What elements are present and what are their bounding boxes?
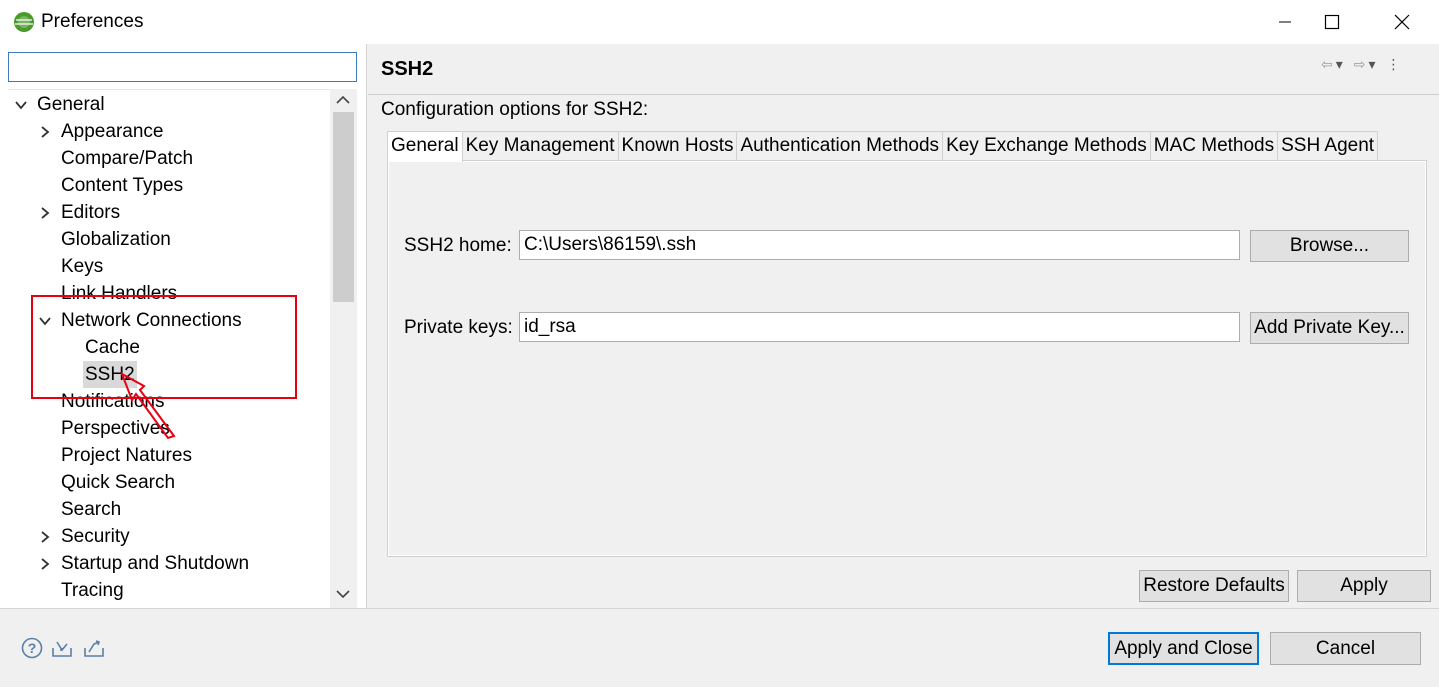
preference-tree: General Appearance Compare/Patch Content Ty… xyxy=(8,89,357,608)
add-private-key-button[interactable]: Add Private Key... xyxy=(1250,312,1409,344)
tree-item[interactable]: Perspectives xyxy=(8,415,330,442)
tree-item[interactable]: Quick Search xyxy=(8,469,330,496)
tree-item[interactable]: Keys xyxy=(8,253,330,280)
back-menu-chevron-icon[interactable]: ▾ xyxy=(1336,56,1343,73)
tree-item[interactable]: Globalization xyxy=(8,226,330,253)
tree-item-label: Keys xyxy=(61,256,104,277)
browse-button[interactable]: Browse... xyxy=(1250,230,1409,262)
page-title: SSH2 xyxy=(381,58,434,80)
tree-item-label: Cache xyxy=(85,337,140,358)
filter-input[interactable] xyxy=(8,52,357,82)
scroll-down-icon[interactable] xyxy=(336,589,350,599)
tab-general[interactable]: General xyxy=(387,131,463,162)
footer-separator xyxy=(0,608,1439,609)
tree-item[interactable]: Project Natures xyxy=(8,442,330,469)
tab-known-hosts[interactable]: Known Hosts xyxy=(617,131,738,161)
tab-mac-methods[interactable]: MAC Methods xyxy=(1149,131,1279,161)
tree-item[interactable]: Security xyxy=(8,523,330,550)
tree-item-label: Project Natures xyxy=(61,445,192,466)
minimize-icon xyxy=(1279,21,1291,23)
tree-item-label: General xyxy=(37,94,105,115)
scroll-up-icon[interactable] xyxy=(336,95,350,105)
tree-item-label: Security xyxy=(61,526,130,547)
tab-key-management[interactable]: Key Management xyxy=(461,131,619,161)
chevron-right-icon[interactable] xyxy=(38,206,52,220)
tree-item[interactable]: Cache xyxy=(8,334,330,361)
tree-scrollbar[interactable] xyxy=(330,89,357,608)
help-icon[interactable]: ? xyxy=(20,636,44,660)
tree-item-label: Network Connections xyxy=(61,310,242,331)
chevron-right-icon[interactable] xyxy=(38,530,52,544)
tree-item[interactable]: Notifications xyxy=(8,388,330,415)
tree-item-label: Perspectives xyxy=(61,418,170,439)
chevron-down-icon[interactable] xyxy=(38,314,52,328)
tree-item[interactable]: Link Handlers xyxy=(8,280,330,307)
close-button[interactable] xyxy=(1367,0,1437,44)
title-bar: Preferences xyxy=(0,0,1439,44)
tree-item[interactable]: Startup and Shutdown xyxy=(8,550,330,577)
history-navigation: ⇦ ▾ ⇨ ▾ ⋮ xyxy=(1321,54,1431,74)
tree-item[interactable]: Tracing xyxy=(8,577,330,604)
eclipse-app-icon xyxy=(14,12,34,32)
cancel-button[interactable]: Cancel xyxy=(1270,632,1421,665)
page-description: Configuration options for SSH2: xyxy=(381,99,649,120)
preference-page: SSH2 ⇦ ▾ ⇨ ▾ ⋮ Configuration options for… xyxy=(368,44,1439,608)
svg-text:?: ? xyxy=(28,640,37,656)
chevron-right-icon[interactable] xyxy=(38,557,52,571)
private-keys-label: Private keys: xyxy=(404,317,513,338)
tree-item[interactable]: Appearance xyxy=(8,118,330,145)
view-menu-icon[interactable]: ⋮ xyxy=(1387,56,1401,73)
back-arrow-icon[interactable]: ⇦ xyxy=(1321,56,1333,73)
restore-defaults-button[interactable]: Restore Defaults xyxy=(1139,570,1289,602)
tab-content-general: SSH2 home: Browse... Private keys: Add P… xyxy=(387,160,1427,557)
close-icon xyxy=(1394,14,1410,30)
tree-item-label: Startup and Shutdown xyxy=(61,553,250,574)
tree-item[interactable]: Editors xyxy=(8,199,330,226)
tree-item[interactable]: SSH2 xyxy=(8,361,330,388)
tab-authentication-methods[interactable]: Authentication Methods xyxy=(736,131,944,161)
forward-arrow-icon[interactable]: ⇨ xyxy=(1354,56,1366,73)
tree-item-label: Globalization xyxy=(61,229,171,250)
tree-item[interactable]: Content Types xyxy=(8,172,330,199)
forward-menu-chevron-icon[interactable]: ▾ xyxy=(1369,56,1376,73)
tree-item-label: Editors xyxy=(61,202,121,223)
apply-button[interactable]: Apply xyxy=(1297,570,1431,602)
chevron-right-icon[interactable] xyxy=(38,125,52,139)
private-keys-field[interactable] xyxy=(519,312,1240,342)
tree-item-label: Compare/Patch xyxy=(61,148,194,169)
tree-item-label: Quick Search xyxy=(61,472,176,493)
export-icon[interactable] xyxy=(82,636,106,660)
tree-item-label: Notifications xyxy=(61,391,165,412)
tree-item-label: Tracing xyxy=(61,580,124,601)
tree-item-label: SSH2 xyxy=(83,361,137,388)
apply-and-close-button[interactable]: Apply and Close xyxy=(1108,632,1259,665)
maximize-icon xyxy=(1324,14,1340,30)
chevron-down-icon[interactable] xyxy=(14,98,28,112)
tree-item-label: Content Types xyxy=(61,175,184,196)
tree-item[interactable]: Compare/Patch xyxy=(8,145,330,172)
tab-strip: General Key Management Known Hosts Authenti… xyxy=(387,131,1379,162)
tab-ssh-agent[interactable]: SSH Agent xyxy=(1277,131,1379,161)
ssh2-home-field[interactable] xyxy=(519,230,1240,260)
tree-item-label: Appearance xyxy=(61,121,164,142)
preference-tree-pane: General Appearance Compare/Patch Content Ty… xyxy=(0,44,367,608)
scrollbar-thumb[interactable] xyxy=(333,112,354,302)
ssh2-home-label: SSH2 home: xyxy=(404,235,512,256)
tab-key-exchange-methods[interactable]: Key Exchange Methods xyxy=(942,131,1151,161)
tree-item[interactable]: General xyxy=(8,91,330,118)
tree-item-label: Search xyxy=(61,499,122,520)
import-icon[interactable] xyxy=(50,636,74,660)
tree-item-label: Link Handlers xyxy=(61,283,178,304)
header-separator xyxy=(368,94,1439,95)
maximize-button[interactable] xyxy=(1297,0,1367,44)
tree-item[interactable]: Search xyxy=(8,496,330,523)
tree-item[interactable]: Network Connections xyxy=(8,307,330,334)
window-title: Preferences xyxy=(41,11,144,32)
